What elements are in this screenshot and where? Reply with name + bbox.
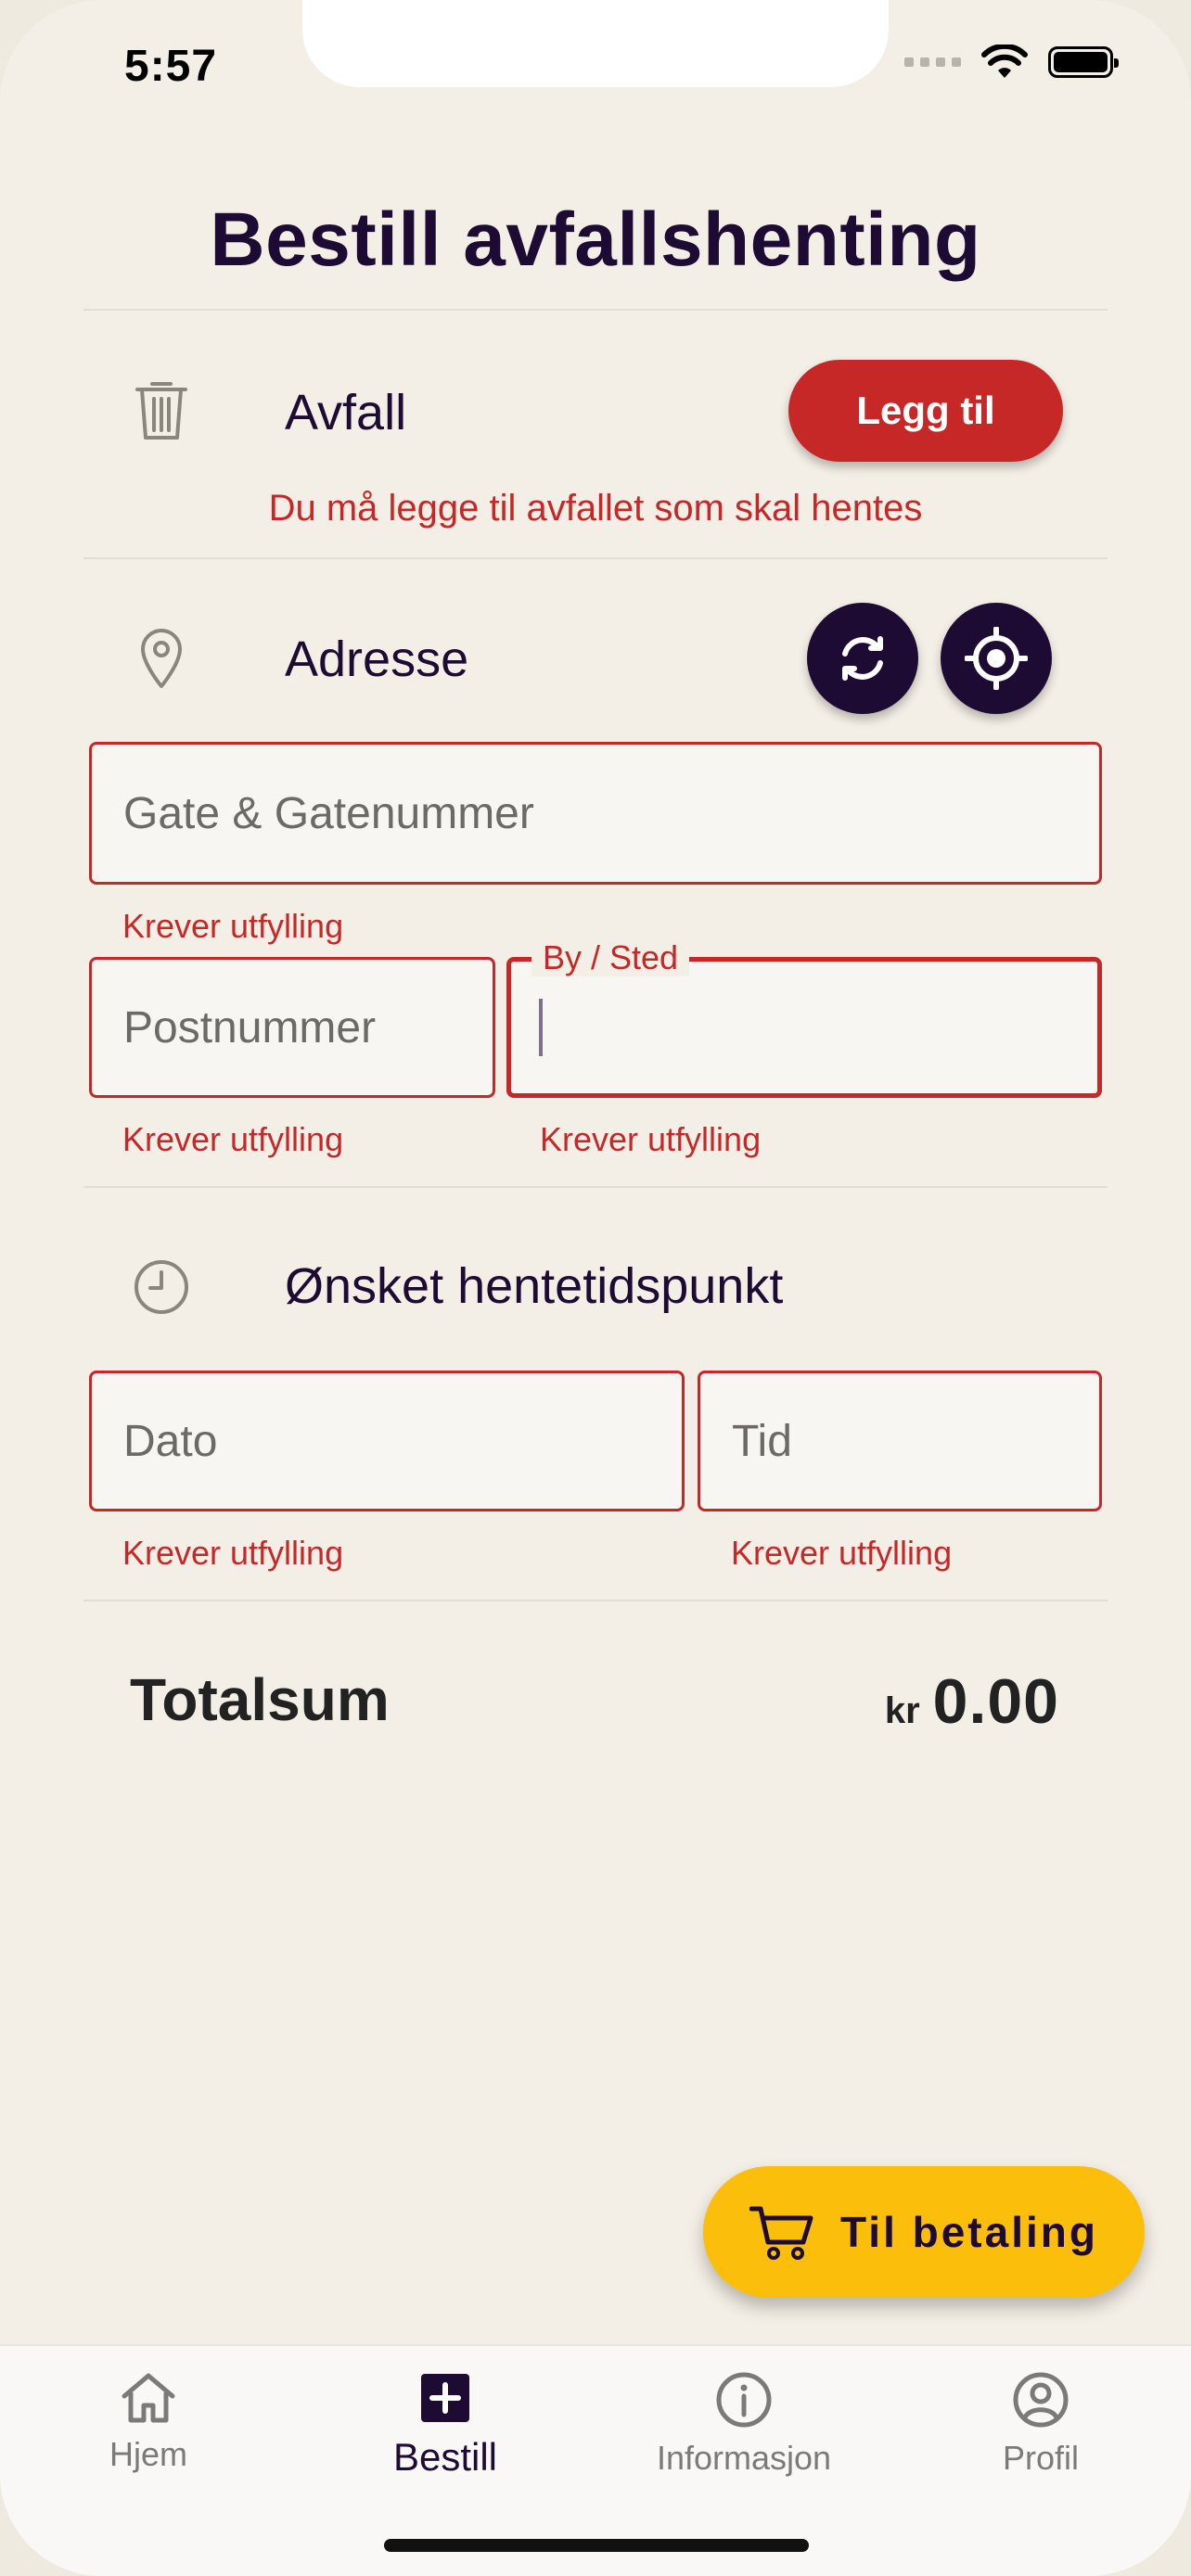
street-input[interactable] [92,745,1099,882]
divider [83,1600,1108,1601]
refresh-address-button[interactable] [807,603,918,714]
locate-me-button[interactable] [941,603,1052,714]
checkout-button-label: Til betaling [840,2208,1098,2256]
divider [83,557,1108,559]
time-input[interactable] [700,1373,1099,1509]
nav-order-label: Bestill [392,2435,498,2479]
trash-icon [135,382,187,440]
street-error: Krever utfylling [122,907,344,945]
refresh-icon [842,636,883,681]
total-amount: kr 0.00 [885,1665,1059,1738]
nav-profile-label: Profil [1002,2439,1080,2477]
home-icon [122,2373,175,2423]
nav-home-label: Hjem [109,2435,187,2473]
postcode-error: Krever utfylling [122,1120,344,1158]
add-waste-button[interactable]: Legg til [788,360,1063,462]
nav-info-label: Informasjon [656,2439,832,2477]
currency: kr [884,1690,920,1731]
date-field[interactable] [89,1371,685,1511]
date-error: Krever utfylling [122,1534,344,1572]
page-title: Bestill avfallshenting [210,198,981,282]
plus-square-icon [421,2374,469,2422]
postcode-input[interactable] [92,960,493,1095]
notch [302,0,889,87]
address-label: Adresse [285,631,469,687]
waste-label: Avfall [285,385,407,440]
street-field[interactable] [89,742,1102,885]
status-icons [904,45,1119,80]
info-icon [716,2372,772,2428]
nav-profile[interactable]: Profil [902,2370,1180,2478]
location-pin-icon [141,629,182,688]
city-field[interactable]: By / Sted [506,939,1102,1098]
checkout-button[interactable]: Til betaling [703,2166,1145,2298]
city-error: Krever utfylling [540,1120,762,1158]
cart-icon [749,2206,813,2260]
status-time: 5:57 [124,42,218,91]
clock-icon [134,1260,188,1314]
signal-icon [904,57,961,67]
postcode-field[interactable] [89,957,495,1098]
pickup-time-label: Ønsket hentetidspunkt [285,1258,784,1314]
wifi-icon [981,45,1028,78]
home-indicator [384,2539,809,2552]
battery-icon [1048,46,1119,78]
text-cursor [539,999,543,1056]
waste-error: Du må legge til avfallet som skal hentes [268,488,923,529]
profile-icon [1013,2372,1069,2428]
total-label: Totalsum [130,1666,390,1733]
total-value: 0.00 [932,1666,1059,1737]
app-screen: 5:57 Bestill avfallshenting Avfall Legg … [0,0,1191,2576]
nav-info[interactable]: Informasjon [605,2370,883,2478]
time-error: Krever utfylling [731,1534,953,1572]
city-field-label: By / Sted [531,939,690,976]
time-field[interactable] [698,1371,1102,1511]
divider [83,309,1108,311]
divider [83,1186,1108,1188]
crosshair-icon [965,627,1028,690]
nav-order[interactable]: Bestill [306,2370,584,2480]
nav-home[interactable]: Hjem [9,2370,288,2474]
date-input[interactable] [92,1373,682,1509]
